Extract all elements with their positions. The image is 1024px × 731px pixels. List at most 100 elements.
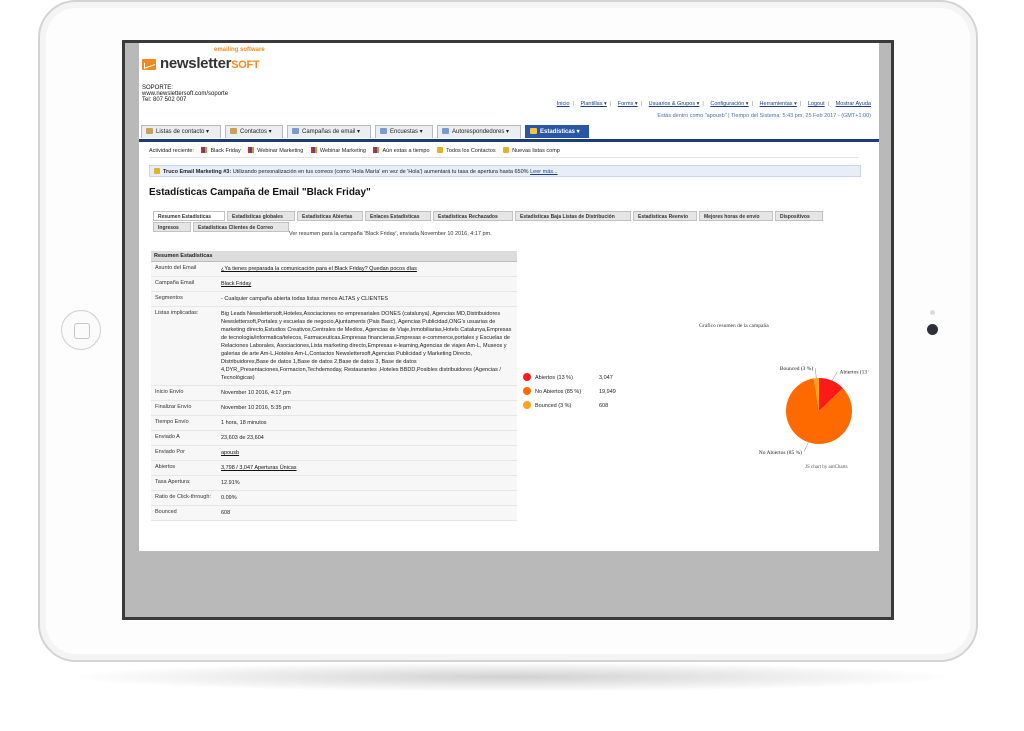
table-row: Asunto del Email ¿Ya tienes preparada la … (151, 262, 517, 277)
lightbulb-icon (154, 168, 160, 174)
tab-encuestas[interactable]: Encuestas ▾ (375, 125, 433, 138)
chart-icon (310, 147, 317, 153)
toplink-usuarios[interactable]: Usuarios & Grupos ▾ (649, 101, 700, 107)
table-row: Tasa Apertura: 12.91% (151, 476, 517, 491)
subtab-ingresos[interactable]: Ingresos (153, 222, 191, 232)
subtab-enlaces[interactable]: Enlaces Estadísticas (365, 211, 431, 221)
subtab-resumen[interactable]: Resumen Estadísticas (153, 211, 225, 221)
recent-label: Actividad reciente: (149, 148, 194, 154)
subtab-dispositivos[interactable]: Dispositivos (775, 211, 823, 221)
subtab-clientes-correo[interactable]: Estadísticas Clientes de Correo (193, 222, 289, 232)
tab-contactos[interactable]: Contactos ▾ (225, 125, 283, 138)
tip-text: Utilizando personalización en tus correo… (231, 169, 529, 175)
sender-link[interactable]: apousb (219, 446, 517, 460)
recent-item[interactable]: Aún estas a tiempo (373, 147, 430, 154)
recent-item[interactable]: Webinar Marketing (310, 147, 366, 154)
tip-read-more-link[interactable]: Leer más... (530, 169, 558, 175)
legend-item[interactable]: Bounced (3 %) 608 (523, 401, 608, 415)
tip-banner: Truco Email Marketing #3: Utilizando per… (149, 165, 861, 177)
table-row: Tiempo Envío 1 hora, 18 minutos (151, 416, 517, 431)
tab-listas-contacto[interactable]: Listas de contacto ▾ (141, 125, 221, 138)
chart-icon (248, 147, 255, 153)
table-row: Abiertos 3,798 / 3,047 Aperturas Únicas (151, 461, 517, 476)
contacts-icon (437, 147, 444, 153)
opens-link[interactable]: 3,798 / 3,047 Aperturas Únicas (219, 461, 517, 475)
chart-legend: Abiertos (13 %) 3,047 No Abiertos (85 %) 1… (523, 373, 616, 415)
recent-item[interactable]: Webinar Marketing (248, 147, 303, 154)
pie-slice-label: Bounced (3 %) (780, 365, 813, 372)
app-page: newsletterSOFT emailing software SOPORTE… (139, 43, 879, 551)
subtab-baja-listas[interactable]: Estadísticas Baja Listas de Distribución (515, 211, 631, 221)
subtab-reenvio[interactable]: Estadísticas Reenvío (633, 211, 697, 221)
mail-icon (292, 128, 299, 134)
table-row: Finalizar Envío November 10 2016, 5:35 pm (151, 401, 517, 416)
recent-item[interactable]: Todos los Contactos (437, 147, 496, 154)
chart-credit[interactable]: JS chart by amCharts (805, 465, 848, 470)
subtab-abiertas[interactable]: Estadísticas Abiertas (297, 211, 363, 221)
tab-campanas[interactable]: Campañas de email ▾ (287, 125, 371, 138)
survey-icon (380, 128, 387, 134)
support-phone: Tel: 807 502 007 (142, 97, 187, 103)
pie-chart: Abiertos (13 %) No Abiertos (85 %) Bounced… (759, 365, 869, 456)
tab-autorespondedores[interactable]: Autorespondedores ▾ (437, 125, 521, 138)
summary-table: Resumen Estadísticas Asunto del Email ¿Ya… (151, 251, 517, 521)
brand-tagline: emailing software (214, 47, 265, 53)
pie-slice-label: No Abiertos (85 %) (759, 449, 802, 456)
top-links: Inicio | Plantillas ▾ | Forms ▾ | Usuarios … (556, 101, 871, 107)
campaign-link[interactable]: Black Friday (219, 277, 517, 291)
recent-item[interactable]: Nuevas listas comp (503, 147, 560, 154)
table-row: Enviado Por apousb (151, 446, 517, 461)
envelope-icon (142, 59, 156, 70)
chart-title: Gráfico resumen de la campaña (699, 323, 769, 329)
pie-label-line (831, 371, 838, 381)
subtab-globales[interactable]: Estadísticas globales (227, 211, 295, 221)
subtab-rechazados[interactable]: Estadísticas Rechazados (433, 211, 513, 221)
toplink-plantillas[interactable]: Plantillas ▾ (580, 101, 606, 107)
recent-item[interactable]: Black Friday (201, 147, 241, 154)
toplink-forms[interactable]: Forms ▾ (618, 101, 638, 107)
tab-estadisticas[interactable]: Estadísticas ▾ (525, 125, 589, 138)
tip-title: Truco Email Marketing #3: (163, 169, 232, 175)
device-shadow (60, 662, 960, 692)
subject-link[interactable]: ¿Ya tienes preparada la comunicación par… (219, 262, 517, 276)
toplink-configuracion[interactable]: Configuración ▾ (710, 101, 748, 107)
support-info: SOPORTE: www.newslettersoft.com/soporte … (142, 85, 228, 103)
main-nav: Listas de contacto ▾ Contactos ▾ Campaña… (139, 123, 879, 142)
brand-name: newsletter (160, 55, 232, 72)
toplink-logout[interactable]: Logout (808, 101, 825, 107)
pie-slice-label: Abiertos (13 %) (840, 368, 869, 375)
legend-swatch (523, 387, 531, 395)
toplink-ayuda[interactable]: Mostrar Ayuda (836, 101, 871, 107)
summary-header: Resumen Estadísticas (151, 251, 517, 262)
chart-icon (373, 147, 380, 153)
legend-item[interactable]: Abiertos (13 %) 3,047 (523, 373, 613, 387)
legend-swatch (523, 373, 531, 381)
table-row: Enviado A 23,603 de 23,604 (151, 431, 517, 446)
table-row: Ratio de Click-through: 0.09% (151, 491, 517, 506)
subtab-mejores-horas[interactable]: Mejores horas de envío (699, 211, 773, 221)
toplink-inicio[interactable]: Inicio (557, 101, 570, 107)
table-row: Bounced 608 (151, 506, 517, 521)
screen: newsletterSOFT emailing software SOPORTE… (122, 40, 894, 620)
table-row: Inicio Envío November 10 2016, 4:17 pm (151, 386, 517, 401)
stats-icon (530, 128, 537, 134)
brand-suffix: SOFT (231, 59, 260, 71)
table-row: Listas implicadas: Big Leads Newsletterso… (151, 307, 517, 386)
chart-icon (201, 147, 208, 153)
page-title: Estadísticas Campaña de Email "Black Fri… (149, 187, 371, 198)
camera-icon (927, 324, 938, 335)
contacts-icon (230, 128, 237, 134)
list-icon (503, 147, 510, 153)
campaign-note: Ver resumen para la campaña 'Black Frida… (289, 231, 492, 237)
legend-swatch (523, 401, 531, 409)
legend-item[interactable]: No Abiertos (85 %) 19,949 (523, 387, 616, 401)
home-button-icon[interactable] (61, 310, 101, 350)
sensor-icon (930, 310, 935, 315)
pie-label-line (803, 442, 809, 452)
pie-label-line (814, 368, 817, 379)
toplink-herramientas[interactable]: Herramientas ▾ (760, 101, 797, 107)
list-icon (146, 128, 153, 134)
status-line: Estás dentro como "apousb" | Tiempo del … (657, 113, 871, 119)
table-row: Campaña Email Black Friday (151, 277, 517, 292)
table-row: Segmentos - Cualquier campaña abierta tod… (151, 292, 517, 307)
